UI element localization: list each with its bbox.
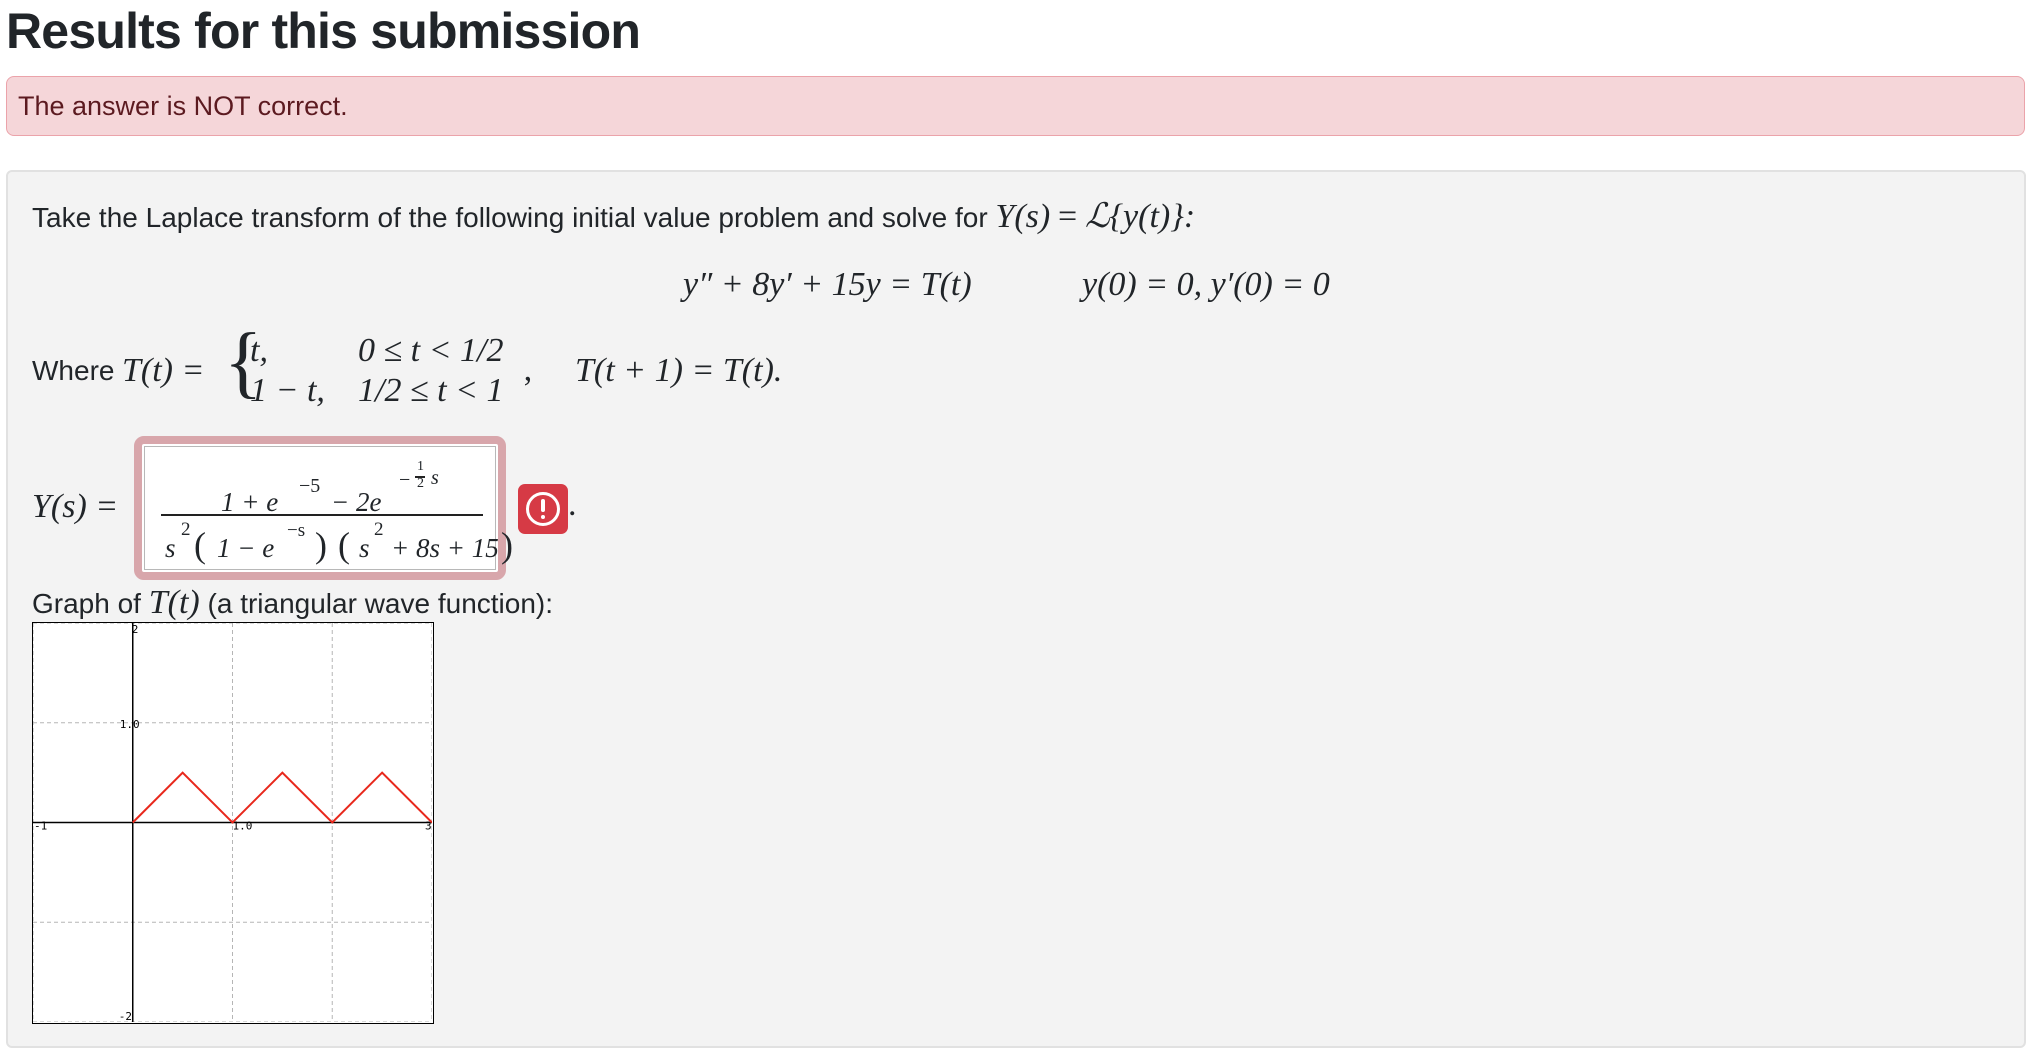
denominator-part-1: 2 xyxy=(181,519,191,540)
denominator-part-10: ) xyxy=(501,525,513,565)
fraction-bar xyxy=(161,514,483,516)
denominator-part-5: ) xyxy=(315,525,327,565)
piecewise-lhs: T(t) = xyxy=(122,352,205,389)
periodicity: T(t + 1) = T(t). xyxy=(575,352,783,389)
denominator-part-4: −s xyxy=(287,520,306,541)
denominator-part-8: 2 xyxy=(374,519,384,540)
graph-caption-math: T(t) xyxy=(148,584,200,621)
triangle-wave-line xyxy=(132,771,433,824)
triangular-wave-graph: 1.0 1.0 3 -1 2 -2 xyxy=(32,622,434,1024)
piece2-expr: 1 − t, xyxy=(250,372,325,409)
denominator-part-7: s xyxy=(359,533,370,563)
numerator-exp-sign: − xyxy=(399,469,411,491)
graph-caption: Graph of T(t) (a triangular wave functio… xyxy=(32,584,553,622)
numerator-term-a-exponent: −5 xyxy=(299,475,321,497)
graph-caption-post: (a triangular wave function): xyxy=(207,588,554,619)
piece1-cond: 0 ≤ t < 1/2 xyxy=(358,332,504,369)
numerator-exp-frac-den: 2 xyxy=(417,476,424,491)
denominator-part-6: ( xyxy=(338,525,350,565)
answer-denominator: s 2(1 − e −s)(s 2 + 8s + 15) xyxy=(165,519,513,569)
tick-label: 1.0 xyxy=(233,820,253,833)
answer-input-field[interactable]: 1 + e −5 − 2e − 1 2 s s 2(1 − e −s)(s 2 + 8s… xyxy=(144,446,513,570)
piece-comma: ’ xyxy=(522,370,534,407)
exclamation-dot xyxy=(541,515,545,519)
transform-rhs: ℒ{y(t)}: xyxy=(1084,198,1196,235)
initial-conditions: y(0) = 0, y′(0) = 0 xyxy=(1082,266,1330,303)
graph-caption-pre: Graph of xyxy=(32,588,141,619)
intro-text: Take the Laplace transform of the follow… xyxy=(32,202,988,233)
denominator-part-0: s xyxy=(165,533,176,563)
ode-equation: y″ + 8y′ + 15y = T(t) xyxy=(683,266,972,303)
tick-label: -2 xyxy=(119,1010,132,1022)
answer-input[interactable]: 1 + e −5 − 2e − 1 2 s s 2(1 − e −s)(s 2 + 8s… xyxy=(134,436,513,580)
denominator-part-3: 1 − e xyxy=(217,533,275,563)
incorrect-answer-alert: The answer is NOT correct. xyxy=(6,76,2025,136)
numerator-exp-frac-num: 1 xyxy=(417,459,424,474)
exclamation-bar xyxy=(541,499,545,512)
transform-lhs: Y(s) xyxy=(995,198,1051,235)
answer-period: . xyxy=(568,486,577,523)
page-title: Results for this submission xyxy=(6,3,641,59)
answer-numerator: 1 + e −5 − 2e − 1 2 s xyxy=(221,459,461,517)
graph-svg: 1.01.03-12-2 xyxy=(32,622,433,1023)
denominator-part-9: + 8s + 15 xyxy=(391,533,499,563)
alert-message: The answer is NOT correct. xyxy=(18,91,348,121)
piece1-expr: t, xyxy=(250,332,268,369)
answer-label: Y(s) = xyxy=(32,488,119,525)
answer-warning-button[interactable] xyxy=(518,484,568,534)
where-label: Where xyxy=(32,355,115,386)
tick-label: 2 xyxy=(132,623,139,636)
tick-label: -1 xyxy=(34,820,47,833)
transform-eq: = xyxy=(1058,198,1078,235)
numerator-exp-var: s xyxy=(431,467,439,489)
denominator-part-2: ( xyxy=(194,525,206,565)
piece2-cond: 1/2 ≤ t < 1 xyxy=(358,372,504,409)
problem-intro: Take the Laplace transform of the follow… xyxy=(32,200,1195,235)
tick-label: 1.0 xyxy=(120,718,140,731)
